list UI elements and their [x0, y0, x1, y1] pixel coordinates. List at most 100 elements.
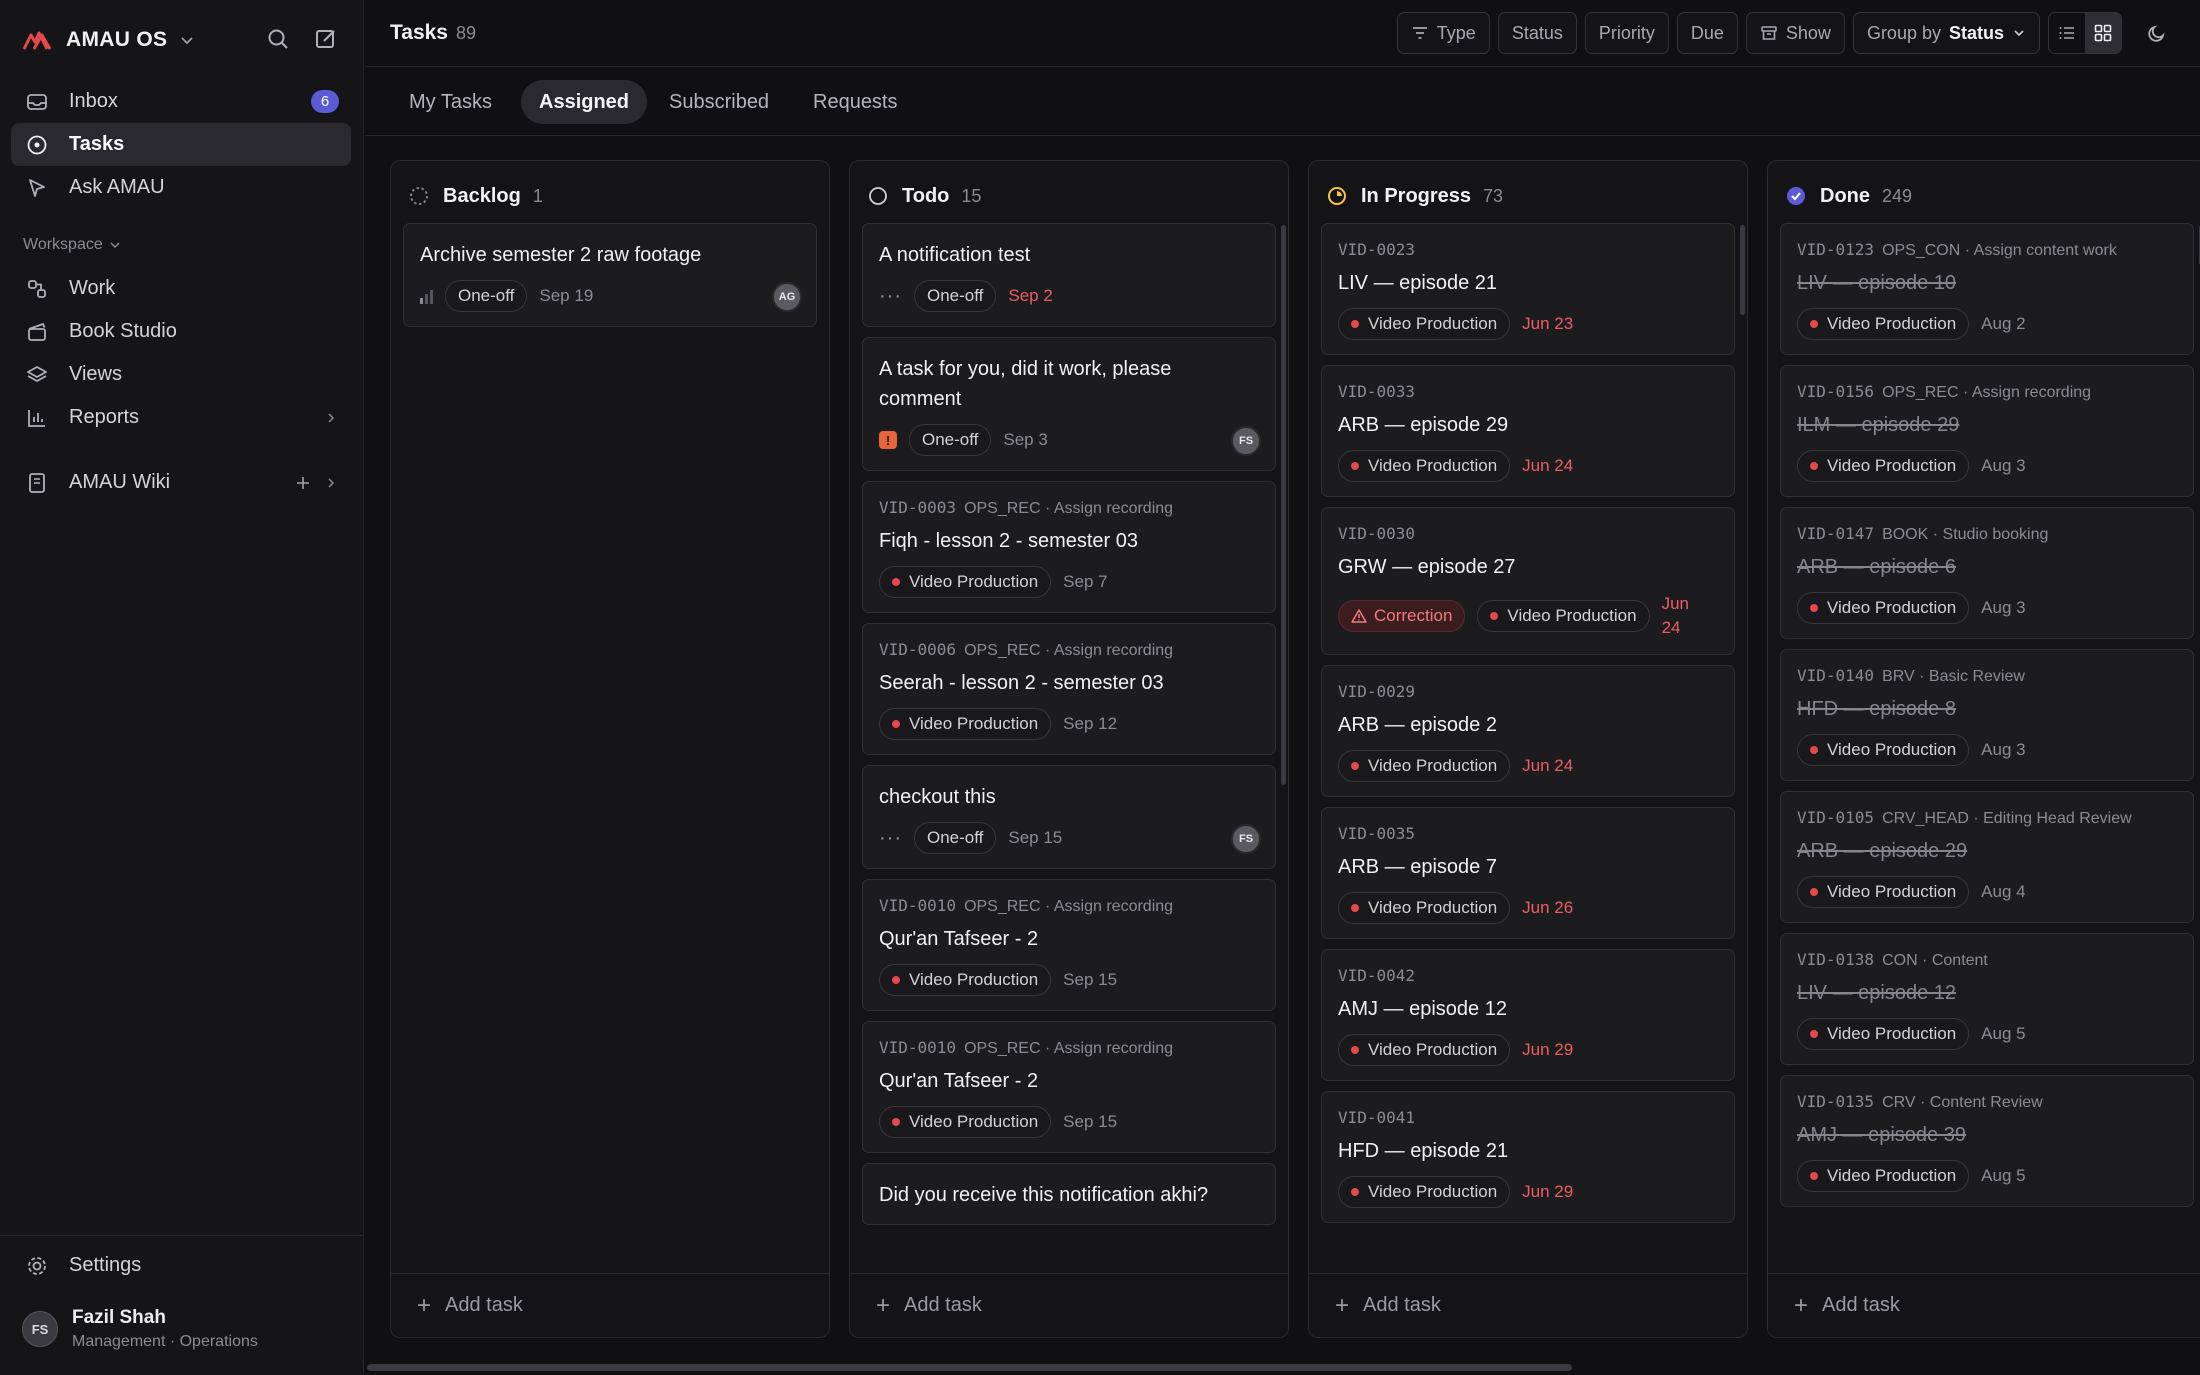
task-card[interactable]: VID-0010 OPS_REC · Assign recording Qur'an… [862, 1021, 1276, 1153]
type-filter-button[interactable]: Type [1396, 12, 1490, 54]
task-card[interactable]: VID-0140 BRV · Basic Review HFD — episode … [1780, 649, 2194, 781]
tab-subscribed[interactable]: Subscribed [651, 80, 787, 124]
task-props: Video Production Jun 24 [1338, 750, 1718, 782]
task-props: Video Production Sep 12 [879, 708, 1259, 740]
sidebar-item-inbox[interactable]: Inbox 6 [11, 80, 351, 123]
task-card[interactable]: VID-0138 CON · Content LIV — episode 12 Vid… [1780, 933, 2194, 1065]
task-card[interactable]: VID-0023 LIV — episode 21 Video Production… [1321, 223, 1735, 355]
sidebar-item-settings[interactable]: Settings [11, 1244, 351, 1287]
project-chip: Video Production [1797, 734, 1970, 766]
no-priority-icon[interactable]: ··· [879, 827, 902, 850]
task-card[interactable]: Did you receive this notification akhi? [862, 1163, 1276, 1225]
urgent-priority-icon[interactable]: ! [879, 431, 897, 449]
tab-requests[interactable]: Requests [795, 80, 916, 124]
group-by-select[interactable]: Group by Status [1852, 12, 2040, 54]
status-filter-button[interactable]: Status [1497, 12, 1577, 54]
plus-icon[interactable] [295, 475, 311, 491]
add-task-label: Add task [445, 1294, 523, 1316]
task-card[interactable]: VID-0035 ARB — episode 7 Video Production J… [1321, 807, 1735, 939]
sidebar-item-amau-wiki[interactable]: AMAU Wiki [11, 461, 351, 504]
task-card[interactable]: VID-0123 OPS_CON · Assign content work LIV… [1780, 223, 2194, 355]
task-card[interactable]: VID-0105 CRV_HEAD · Editing Head Review AR… [1780, 791, 2194, 923]
tab-my-tasks[interactable]: My Tasks [391, 80, 510, 124]
task-step: CRV_HEAD · Editing Head Review [1882, 810, 2132, 827]
task-count: 89 [456, 23, 477, 43]
sidebar-item-tasks[interactable]: Tasks [11, 123, 351, 166]
user-profile[interactable]: FS Fazil Shah Management · Operations [22, 1307, 258, 1351]
add-task-button[interactable]: + Add task [391, 1273, 829, 1337]
task-card[interactable]: A notification test ··· One-off Sep 2 [862, 223, 1276, 327]
task-card[interactable]: VID-0029 ARB — episode 2 Video Production J… [1321, 665, 1735, 797]
sidebar-item-views[interactable]: Views [11, 353, 351, 396]
chip-label: Video Production [1827, 1024, 1957, 1043]
task-card[interactable]: VID-0041 HFD — episode 21 Video Production… [1321, 1091, 1735, 1223]
due-filter-button[interactable]: Due [1676, 12, 1738, 54]
add-task-button[interactable]: + Add task [1309, 1273, 1747, 1337]
due-date: Aug 3 [1981, 598, 2026, 617]
project-color-dot [1810, 746, 1818, 754]
task-card[interactable]: VID-0135 CRV · Content Review AMJ — episod… [1780, 1075, 2194, 1207]
task-card[interactable]: VID-0042 AMJ — episode 12 Video Production… [1321, 949, 1735, 1081]
priority-low-icon[interactable] [420, 288, 433, 304]
task-card[interactable]: VID-0033 ARB — episode 29 Video Production… [1321, 365, 1735, 497]
assignee-avatar[interactable]: FS [1231, 824, 1261, 854]
task-card[interactable]: VID-0006 OPS_REC · Assign recording Seerah… [862, 623, 1276, 755]
add-task-button[interactable]: + Add task [1768, 1273, 2200, 1337]
task-props: Video Production Jun 29 [1338, 1176, 1718, 1208]
task-step: OPS_REC · Assign recording [964, 642, 1174, 659]
task-title: Qur'an Tafseer - 2 [879, 1070, 1039, 1092]
workspace-switcher[interactable]: AMAU OS [22, 22, 195, 58]
workspace-section-toggle[interactable]: Workspace [23, 236, 121, 254]
assignee-avatar[interactable]: FS [1231, 426, 1261, 456]
list-view-button[interactable] [2049, 13, 2085, 53]
project-chip: Video Production [1338, 450, 1511, 482]
sidebar-item-label: Settings [69, 1254, 142, 1276]
search-icon[interactable] [265, 26, 291, 52]
column-scrollbar[interactable] [1281, 225, 1286, 785]
sidebar-item-book-studio[interactable]: Book Studio [11, 310, 351, 353]
column-scrollbar[interactable] [1740, 225, 1745, 315]
task-card[interactable]: A task for you, did it work, please comm… [862, 337, 1276, 471]
sidebar-item-reports[interactable]: Reports [11, 396, 351, 439]
task-card[interactable]: VID-0147 BOOK · Studio booking ARB — episo… [1780, 507, 2194, 639]
task-card[interactable]: VID-0156 OPS_REC · Assign recording ILM — … [1780, 365, 2194, 497]
task-card[interactable]: Archive semester 2 raw footage One-off Sep… [403, 223, 817, 327]
add-task-label: Add task [1822, 1294, 1900, 1316]
project-color-dot [1810, 1172, 1818, 1180]
task-card[interactable]: VID-0003 OPS_REC · Assign recording Fiqh -… [862, 481, 1276, 613]
column-count: 249 [1882, 185, 1913, 206]
due-date: Sep 7 [1063, 572, 1108, 591]
task-code: VID-0010 [879, 1038, 957, 1057]
assignee-avatar[interactable]: AG [772, 282, 802, 312]
tab-assigned[interactable]: Assigned [521, 80, 648, 124]
priority-filter-button[interactable]: Priority [1584, 12, 1669, 54]
task-card[interactable]: checkout this ··· One-off Sep 15 FS [862, 765, 1276, 869]
task-card[interactable]: VID-0030 GRW — episode 27 Correction Video … [1321, 507, 1735, 655]
task-props: Video Production Sep 15 [879, 964, 1259, 996]
due-date: Jun 24 [1522, 456, 1574, 475]
task-card[interactable]: VID-0010 OPS_REC · Assign recording Qur'an… [862, 879, 1276, 1011]
type-chip: One-off [913, 822, 997, 854]
task-title: A task for you, did it work, please comm… [879, 358, 1172, 410]
compose-icon[interactable] [313, 26, 339, 52]
chevron-right-icon[interactable] [325, 477, 337, 489]
sidebar-item-work[interactable]: Work [11, 267, 351, 310]
type-chip: One-off [913, 280, 997, 312]
page-title: Tasks [390, 21, 448, 44]
show-button[interactable]: Show [1745, 12, 1845, 54]
task-props: ··· One-off Sep 2 [879, 280, 1259, 312]
horizontal-scrollbar[interactable] [367, 1364, 1572, 1371]
board-view-button[interactable] [2085, 13, 2121, 53]
task-code: VID-0041 [1338, 1108, 1416, 1127]
task-props: Video Production Aug 3 [1797, 592, 2177, 624]
sidebar-item-ask-amau[interactable]: Ask AMAU [11, 166, 351, 209]
column-title: Todo [902, 184, 950, 207]
no-priority-icon[interactable]: ··· [879, 285, 902, 308]
add-task-button[interactable]: + Add task [850, 1273, 1288, 1337]
moon-icon[interactable] [2144, 20, 2170, 46]
task-code: VID-0033 [1338, 382, 1416, 401]
column-header: Todo 15 [868, 181, 981, 211]
chevron-right-icon[interactable] [325, 412, 337, 424]
task-meta: VID-0140 BRV · Basic Review [1797, 666, 2177, 686]
task-title: LIV — episode 21 [1338, 272, 1497, 294]
